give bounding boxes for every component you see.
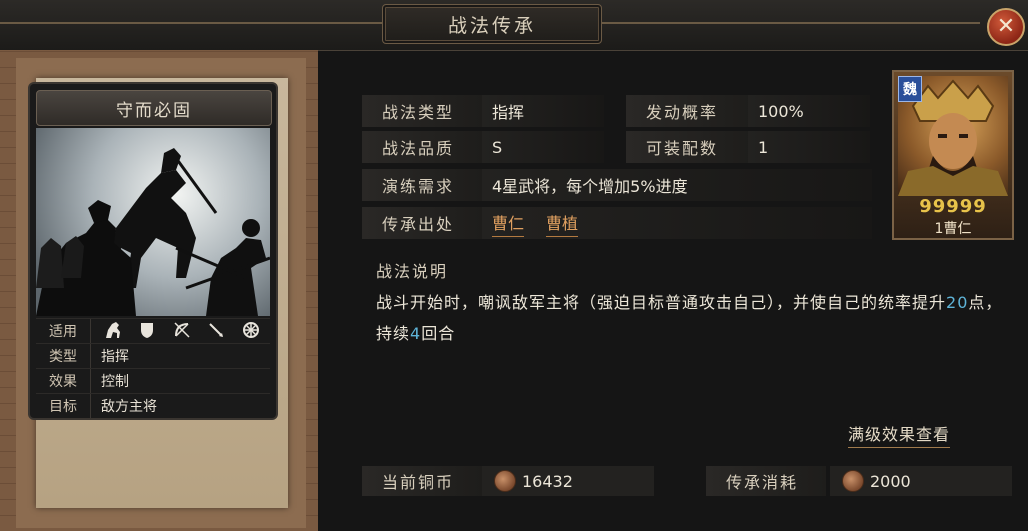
equip-slots-value: 1	[748, 131, 870, 163]
general-stars: 99999	[919, 196, 987, 217]
close-icon: ✕	[996, 14, 1016, 39]
coin-icon	[842, 470, 864, 492]
description-heading: 战法说明	[376, 262, 449, 281]
close-button[interactable]: ✕	[987, 8, 1025, 46]
card-info-table: 适用 类型 指挥 效果 控制 目标 敌方主将	[36, 318, 270, 418]
troop-icons	[91, 320, 263, 343]
highlight-value: 4	[410, 324, 422, 343]
current-coins-label: 当前铜币	[362, 466, 482, 496]
info-row-type: 类型 指挥	[36, 343, 270, 368]
inherit-cost-label: 传承消耗	[706, 466, 826, 496]
trigger-rate-label: 发动概率	[626, 95, 752, 127]
tactic-quality-label: 战法品质	[362, 131, 482, 163]
origin-link-caozhi[interactable]: 曹植	[546, 210, 579, 237]
window-header: 战法传承 ✕	[0, 0, 1028, 51]
trigger-rate-value: 100%	[748, 95, 870, 127]
shield-icon	[135, 320, 159, 340]
training-req-label: 演练需求	[362, 169, 482, 201]
inherit-origin-list: 曹仁 曹植	[482, 207, 872, 239]
info-value: 控制	[101, 374, 129, 390]
info-label: 适用	[36, 319, 91, 343]
card-title: 守而必固	[116, 100, 192, 121]
description-text: 战斗开始时，嘲讽敌军主将（强迫目标普通攻击自己），并使自己的统率提升20点，持续…	[376, 287, 1004, 349]
info-row-effect: 效果 控制	[36, 368, 270, 393]
tactic-quality-value: S	[482, 131, 604, 163]
origin-link-caoren[interactable]: 曹仁	[492, 210, 525, 237]
battle-silhouette-art	[36, 148, 270, 316]
highlight-value: 20	[946, 293, 969, 312]
training-req-value: 4星武将，每个增加5%进度	[482, 169, 872, 201]
cavalry-icon	[101, 320, 125, 340]
current-coins-value: 16432	[482, 466, 654, 496]
tactic-type-value: 指挥	[482, 95, 604, 127]
general-card[interactable]: 魏 99999 1曹仁	[892, 70, 1014, 240]
current-coins-amount: 16432	[522, 471, 573, 491]
card-title-plate: 守而必固	[36, 90, 272, 126]
spear-icon	[204, 320, 228, 340]
description-part: 回合	[421, 324, 456, 343]
info-label: 效果	[36, 369, 91, 393]
tactic-card: 守而必固 适用 类型 指挥 效果 控制 目标 敌方主将	[30, 84, 276, 418]
bow-icon	[170, 320, 194, 340]
inherit-cost-value: 2000	[830, 466, 1012, 496]
view-max-level-link[interactable]: 满级效果查看	[848, 421, 951, 448]
tactic-type-label: 战法类型	[362, 95, 482, 127]
window-title: 战法传承	[447, 14, 536, 37]
info-label: 类型	[36, 344, 91, 368]
equip-slots-label: 可装配数	[626, 131, 752, 163]
description-part: 战斗开始时，嘲讽敌军主将（强迫目标普通攻击自己），并使自己的统率提升	[376, 293, 947, 312]
title-plate: 战法传承	[382, 4, 602, 44]
general-name: 1曹仁	[934, 221, 972, 237]
faction-badge: 魏	[898, 76, 922, 102]
info-row-target: 目标 敌方主将	[36, 393, 270, 418]
siege-wheel-icon	[239, 320, 263, 340]
coin-icon	[494, 470, 516, 492]
header-rule-left	[0, 22, 382, 24]
card-artwork	[36, 128, 270, 316]
header-rule-right	[600, 22, 980, 24]
info-value: 敌方主将	[101, 399, 157, 415]
info-label: 目标	[36, 394, 91, 418]
info-value: 指挥	[101, 349, 129, 365]
info-row-applicable: 适用	[36, 318, 270, 343]
inherit-cost-amount: 2000	[870, 471, 911, 491]
inherit-origin-label: 传承出处	[362, 207, 482, 239]
